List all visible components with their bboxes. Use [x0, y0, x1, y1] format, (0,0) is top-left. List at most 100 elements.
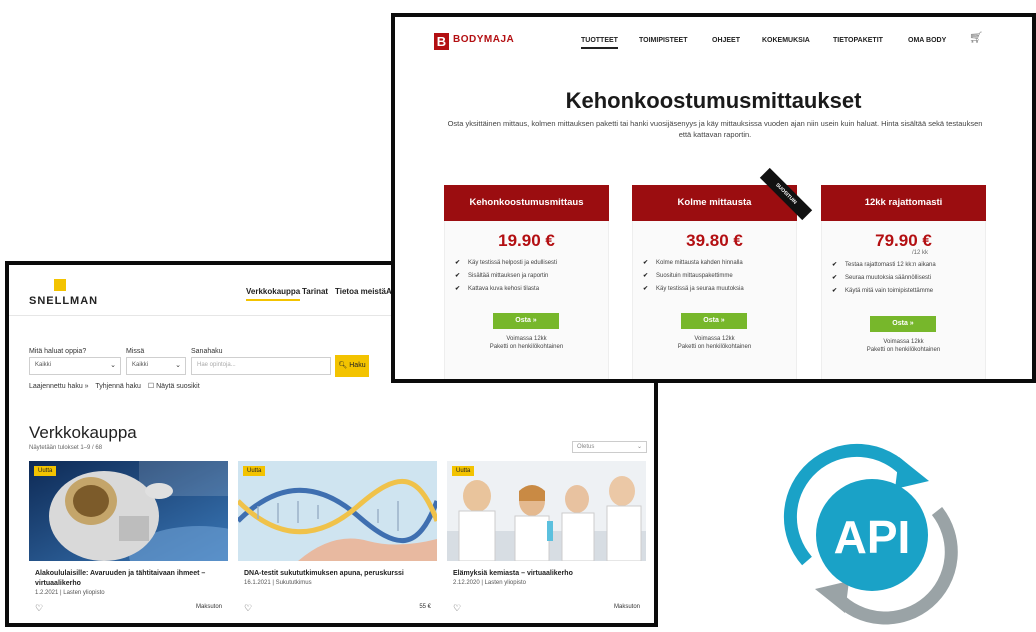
- check-icon: ✔: [643, 286, 649, 292]
- nav-tarinat[interactable]: Tarinat: [302, 287, 328, 296]
- results-count: Näytetään tulokset 1–9 / 68: [29, 445, 103, 451]
- kids-chemistry-image: [447, 461, 646, 561]
- feature-text: Sisältää mittauksen ja raportin: [468, 273, 549, 279]
- where-select-value: Kaikki: [132, 362, 149, 368]
- validity-text: Voimassa 12kk: [883, 339, 924, 345]
- check-icon: ✔: [643, 273, 649, 279]
- bodymaja-window: B BODYMAJA TUOTTEET TOIMIPISTEET OHJEET …: [391, 13, 1036, 383]
- feature-item: ✔ Käy testissä helposti ja edullisesti: [455, 259, 557, 266]
- keyword-search-input[interactable]: Hae opintoja...: [191, 357, 331, 375]
- api-logo: API: [777, 443, 967, 627]
- chevron-down-icon: ⌄: [636, 444, 642, 450]
- validity-text: Voimassa 12kk: [694, 336, 735, 342]
- card-price: Maksuton: [613, 604, 640, 610]
- validity-text: Voimassa 12kk: [506, 336, 547, 342]
- clear-search-link[interactable]: Tyhjennä haku: [95, 383, 141, 390]
- nav-kokemuksia[interactable]: KOKEMUKSIA: [762, 37, 810, 44]
- course-card[interactable]: Uutta DNA-testit sukututkimuksen apuna, …: [238, 461, 437, 621]
- price-value: 39.80 €: [686, 231, 743, 250]
- course-card[interactable]: Uutta Elämyksiä kemiasta – virtuaalikerh…: [447, 461, 646, 621]
- feature-text: Suosituin mittauspakettimme: [656, 273, 733, 279]
- search-icon: 🔍︎: [338, 362, 348, 369]
- nav-tietoa-meista[interactable]: Tietoa meistä: [335, 287, 386, 296]
- astronaut-image: [29, 461, 228, 561]
- check-icon: ✔: [455, 260, 461, 266]
- heart-icon[interactable]: ♡: [453, 603, 461, 614]
- price-card-title: Kehonkoostumusmittaus: [444, 185, 609, 221]
- what-label: Mitä haluat oppia?: [29, 348, 87, 355]
- feature-text: Testaa rajattomasti 12 kk:n aikana: [845, 262, 936, 268]
- search-options: Laajennettu haku » Tyhjennä haku ☐ Näytä…: [29, 382, 205, 390]
- search-button[interactable]: 🔍︎ Haku: [335, 355, 369, 377]
- snellman-logo[interactable]: SNELLMAN: [29, 295, 98, 307]
- feature-item: ✔ Suosituin mittauspakettimme: [643, 272, 733, 279]
- feature-text: Käytä mitä vain toimipistettämme: [845, 288, 934, 294]
- price-value: 79.90 €: [875, 231, 932, 250]
- page-title: Kehonkoostumusmittaukset: [565, 88, 862, 113]
- where-select[interactable]: Kaikki ⌄: [126, 357, 186, 375]
- check-icon: ✔: [832, 275, 838, 281]
- bodymaja-logo[interactable]: BODYMAJA: [453, 34, 514, 45]
- search-button-label: Haku: [349, 362, 366, 369]
- buy-button[interactable]: Osta »: [493, 313, 559, 329]
- what-select[interactable]: Kaikki ⌄: [29, 357, 121, 375]
- cart-icon[interactable]: 🛒︎: [969, 31, 983, 44]
- chevron-down-icon: ⌄: [110, 362, 116, 369]
- card-meta: 1.2.2021 | Lasten yliopisto: [35, 590, 105, 596]
- keyword-label: Sanahaku: [191, 348, 223, 355]
- check-icon: ✔: [455, 273, 461, 279]
- card-title[interactable]: DNA-testit sukututkimuksen apuna, perusk…: [244, 569, 434, 579]
- price-period: /12 kk: [912, 250, 929, 256]
- price-card: 12kk rajattomasti 79.90 € /12 kk ✔ Testaa…: [821, 185, 986, 379]
- card-title[interactable]: Alakoululaisille: Avaruuden ja tähtitaiv…: [35, 569, 225, 589]
- card-meta: 2.12.2020 | Lasten yliopisto: [453, 580, 526, 586]
- price-value: 19.90 €: [498, 231, 555, 250]
- what-select-value: Kaikki: [35, 362, 52, 368]
- snellman-logo-icon: [54, 279, 66, 291]
- heart-icon[interactable]: ♡: [35, 603, 43, 614]
- api-text: API: [834, 511, 911, 563]
- nav-toimipisteet[interactable]: TOIMIPISTEET: [639, 37, 688, 44]
- page-title: Verkkokauppa: [29, 423, 137, 442]
- personal-text: Paketti on henkilökohtainen: [677, 344, 752, 350]
- advanced-search-link[interactable]: Laajennettu haku »: [29, 383, 89, 390]
- nav-verkkokauppa[interactable]: Verkkokauppa: [246, 287, 301, 301]
- personal-text: Paketti on henkilökohtainen: [866, 347, 941, 353]
- card-price: Maksuton: [195, 604, 222, 610]
- dna-image: [238, 461, 437, 561]
- price-card-title: 12kk rajattomasti: [821, 185, 986, 221]
- card-title[interactable]: Elämyksiä kemiasta – virtuaalikerho: [453, 569, 643, 579]
- feature-text: Kolme mittausta kahden hinnalla: [656, 260, 743, 266]
- sort-select-value: Oletus: [577, 444, 595, 450]
- feature-item: ✔ Seuraa muutoksia säännöllisesti: [832, 274, 931, 281]
- feature-text: Käy testissä helposti ja edullisesti: [468, 260, 558, 266]
- show-favorites-checkbox[interactable]: ☐ Näytä suosikit: [148, 383, 200, 390]
- bodymaja-logo-icon[interactable]: B: [434, 33, 449, 50]
- new-badge: Uutta: [243, 466, 266, 476]
- sort-select[interactable]: Oletus ⌄: [572, 441, 647, 453]
- feature-item: ✔ Käy testissä ja seuraa muutoksia: [643, 285, 744, 292]
- card-price: 55 €: [419, 604, 431, 610]
- new-badge: Uutta: [452, 466, 475, 476]
- feature-text: Käy testissä ja seuraa muutoksia: [656, 286, 744, 292]
- nav-ohjeet[interactable]: OHJEET: [712, 37, 740, 44]
- feature-item: ✔ Kattava kuva kehosi tilasta: [455, 285, 539, 292]
- nav-tietopaketit[interactable]: TIETOPAKETIT: [833, 37, 883, 44]
- check-icon: ✔: [455, 286, 461, 292]
- feature-item: ✔ Testaa rajattomasti 12 kk:n aikana: [832, 261, 936, 268]
- where-label: Missä: [126, 348, 145, 355]
- buy-button[interactable]: Osta »: [870, 316, 936, 332]
- price-card: Kolme mittausta 39.80 € ✔ Kolme mittausta…: [632, 185, 797, 379]
- price-card: Kehonkoostumusmittaus 19.90 € ✔ Käy testi…: [444, 185, 609, 379]
- nav-oma-body[interactable]: OMA BODY: [908, 37, 946, 44]
- nav-tuotteet[interactable]: TUOTTEET: [581, 37, 618, 49]
- intro-text: Osta yksittäinen mittaus, kolmen mittauk…: [447, 119, 983, 139]
- feature-item: ✔ Kolme mittausta kahden hinnalla: [643, 259, 743, 266]
- new-badge: Uutta: [34, 466, 57, 476]
- feature-item: ✔ Käytä mitä vain toimipistettämme: [832, 287, 933, 294]
- check-icon: ✔: [832, 288, 838, 294]
- buy-button[interactable]: Osta »: [681, 313, 747, 329]
- course-card[interactable]: Uutta Alakoululaisille: Avaruuden ja täh…: [29, 461, 228, 621]
- feature-text: Kattava kuva kehosi tilasta: [468, 286, 540, 292]
- heart-icon[interactable]: ♡: [244, 603, 252, 614]
